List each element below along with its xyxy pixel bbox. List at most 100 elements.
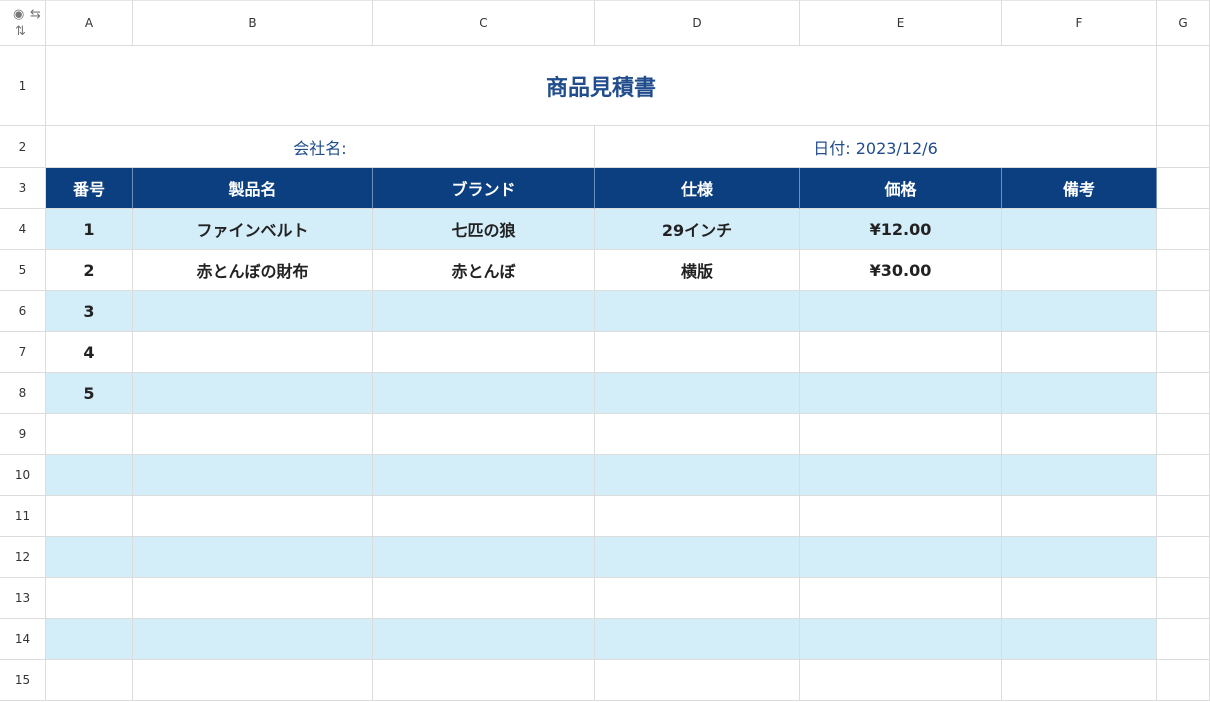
column-header-g[interactable]: G [1157, 0, 1210, 46]
table-cell[interactable] [133, 660, 373, 701]
header-cell-price[interactable]: 価格 [800, 168, 1002, 209]
column-header-b[interactable]: B [133, 0, 373, 46]
table-cell[interactable] [133, 619, 373, 660]
row-header-13[interactable]: 13 [0, 578, 46, 619]
table-cell[interactable] [800, 455, 1002, 496]
header-cell-product-name[interactable]: 製品名 [133, 168, 373, 209]
header-cell-brand[interactable]: ブランド [373, 168, 595, 209]
cell-g3[interactable] [1157, 168, 1210, 209]
table-cell[interactable] [595, 619, 800, 660]
table-cell[interactable] [1002, 537, 1157, 578]
cell-g13[interactable] [1157, 578, 1210, 619]
cell-g8[interactable] [1157, 373, 1210, 414]
cell-g11[interactable] [1157, 496, 1210, 537]
eye-icon[interactable]: ◉ [13, 8, 24, 21]
table-cell[interactable] [133, 496, 373, 537]
table-cell[interactable] [800, 660, 1002, 701]
row-header-7[interactable]: 7 [0, 332, 46, 373]
cell-g5[interactable] [1157, 250, 1210, 291]
table-cell[interactable] [373, 537, 595, 578]
cell-g10[interactable] [1157, 455, 1210, 496]
table-cell[interactable]: 七匹の狼 [373, 209, 595, 250]
table-cell[interactable] [373, 332, 595, 373]
table-cell[interactable] [800, 414, 1002, 455]
table-cell[interactable] [133, 455, 373, 496]
cell-g7[interactable] [1157, 332, 1210, 373]
sheet-title[interactable]: 商品見積書 [46, 46, 1157, 126]
freeze-rows-icon[interactable]: ⇅ [15, 25, 26, 38]
table-cell[interactable] [133, 414, 373, 455]
header-cell-number[interactable]: 番号 [46, 168, 133, 209]
cell-g1[interactable] [1157, 46, 1210, 126]
table-cell[interactable] [1002, 455, 1157, 496]
table-cell[interactable] [800, 373, 1002, 414]
table-cell[interactable] [800, 291, 1002, 332]
table-cell[interactable] [373, 291, 595, 332]
column-header-d[interactable]: D [595, 0, 800, 46]
table-cell[interactable] [800, 537, 1002, 578]
row-header-14[interactable]: 14 [0, 619, 46, 660]
row-header-11[interactable]: 11 [0, 496, 46, 537]
table-cell[interactable] [1002, 619, 1157, 660]
table-cell[interactable] [800, 496, 1002, 537]
table-cell[interactable] [595, 660, 800, 701]
table-cell[interactable]: 29インチ [595, 209, 800, 250]
table-cell[interactable] [1002, 578, 1157, 619]
cell-g2[interactable] [1157, 126, 1210, 168]
cell-g6[interactable] [1157, 291, 1210, 332]
table-cell[interactable] [46, 414, 133, 455]
table-cell[interactable] [595, 332, 800, 373]
table-cell[interactable] [46, 578, 133, 619]
date-cell[interactable]: 日付: 2023/12/6 [595, 126, 1157, 168]
table-cell[interactable] [595, 496, 800, 537]
table-cell[interactable] [800, 619, 1002, 660]
table-cell[interactable]: 横版 [595, 250, 800, 291]
table-cell[interactable] [1002, 496, 1157, 537]
table-cell[interactable] [46, 496, 133, 537]
row-header-5[interactable]: 5 [0, 250, 46, 291]
table-cell[interactable]: 5 [46, 373, 133, 414]
cell-g4[interactable] [1157, 209, 1210, 250]
table-cell[interactable]: ¥12.00 [800, 209, 1002, 250]
row-header-8[interactable]: 8 [0, 373, 46, 414]
table-cell[interactable] [595, 373, 800, 414]
table-cell[interactable] [133, 291, 373, 332]
row-header-6[interactable]: 6 [0, 291, 46, 332]
table-cell[interactable] [46, 619, 133, 660]
column-header-a[interactable]: A [46, 0, 133, 46]
table-cell[interactable] [373, 496, 595, 537]
table-cell[interactable] [1002, 209, 1157, 250]
table-cell[interactable] [46, 537, 133, 578]
cell-g14[interactable] [1157, 619, 1210, 660]
table-cell[interactable] [1002, 291, 1157, 332]
table-cell[interactable] [133, 373, 373, 414]
column-header-c[interactable]: C [373, 0, 595, 46]
row-header-10[interactable]: 10 [0, 455, 46, 496]
row-header-9[interactable]: 9 [0, 414, 46, 455]
table-cell[interactable] [595, 578, 800, 619]
table-cell[interactable] [373, 373, 595, 414]
table-cell[interactable]: 4 [46, 332, 133, 373]
table-cell[interactable] [133, 332, 373, 373]
table-cell[interactable] [133, 537, 373, 578]
row-header-15[interactable]: 15 [0, 660, 46, 701]
company-name-cell[interactable]: 会社名: [46, 126, 595, 168]
freeze-columns-icon[interactable]: ⇆ [30, 8, 41, 21]
table-cell[interactable] [373, 660, 595, 701]
table-cell[interactable]: 3 [46, 291, 133, 332]
table-cell[interactable]: 1 [46, 209, 133, 250]
column-header-e[interactable]: E [800, 0, 1002, 46]
table-cell[interactable] [800, 332, 1002, 373]
table-cell[interactable]: ¥30.00 [800, 250, 1002, 291]
select-all-corner[interactable]: ◉ ⇆ ⇅ [0, 0, 46, 46]
table-cell[interactable] [46, 455, 133, 496]
header-cell-notes[interactable]: 備考 [1002, 168, 1157, 209]
cell-g12[interactable] [1157, 537, 1210, 578]
column-header-f[interactable]: F [1002, 0, 1157, 46]
row-header-12[interactable]: 12 [0, 537, 46, 578]
table-cell[interactable]: 2 [46, 250, 133, 291]
table-cell[interactable] [1002, 414, 1157, 455]
table-cell[interactable] [373, 578, 595, 619]
row-header-1[interactable]: 1 [0, 46, 46, 126]
row-header-3[interactable]: 3 [0, 168, 46, 209]
